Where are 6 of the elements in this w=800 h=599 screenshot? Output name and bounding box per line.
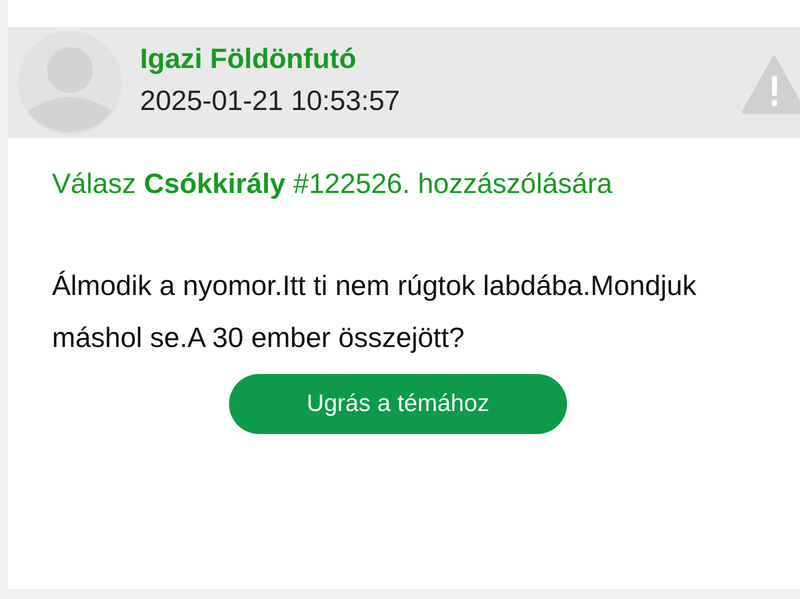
reply-reference[interactable]: Válasz Csókkirály #122526. hozzászólására <box>52 168 800 200</box>
comment-text: Álmodik a nyomor.Itt ti nem rúgtok labdába.Mondjuk máshol se.A 30 ember összejött? <box>52 269 698 355</box>
post-date: 2025-01-21 10:53:57 <box>140 84 401 116</box>
author-name[interactable]: Igazi Földönfutó <box>140 42 724 74</box>
warning-icon[interactable] <box>742 56 800 114</box>
go-to-topic-button[interactable]: Ugrás a témához <box>229 374 567 434</box>
